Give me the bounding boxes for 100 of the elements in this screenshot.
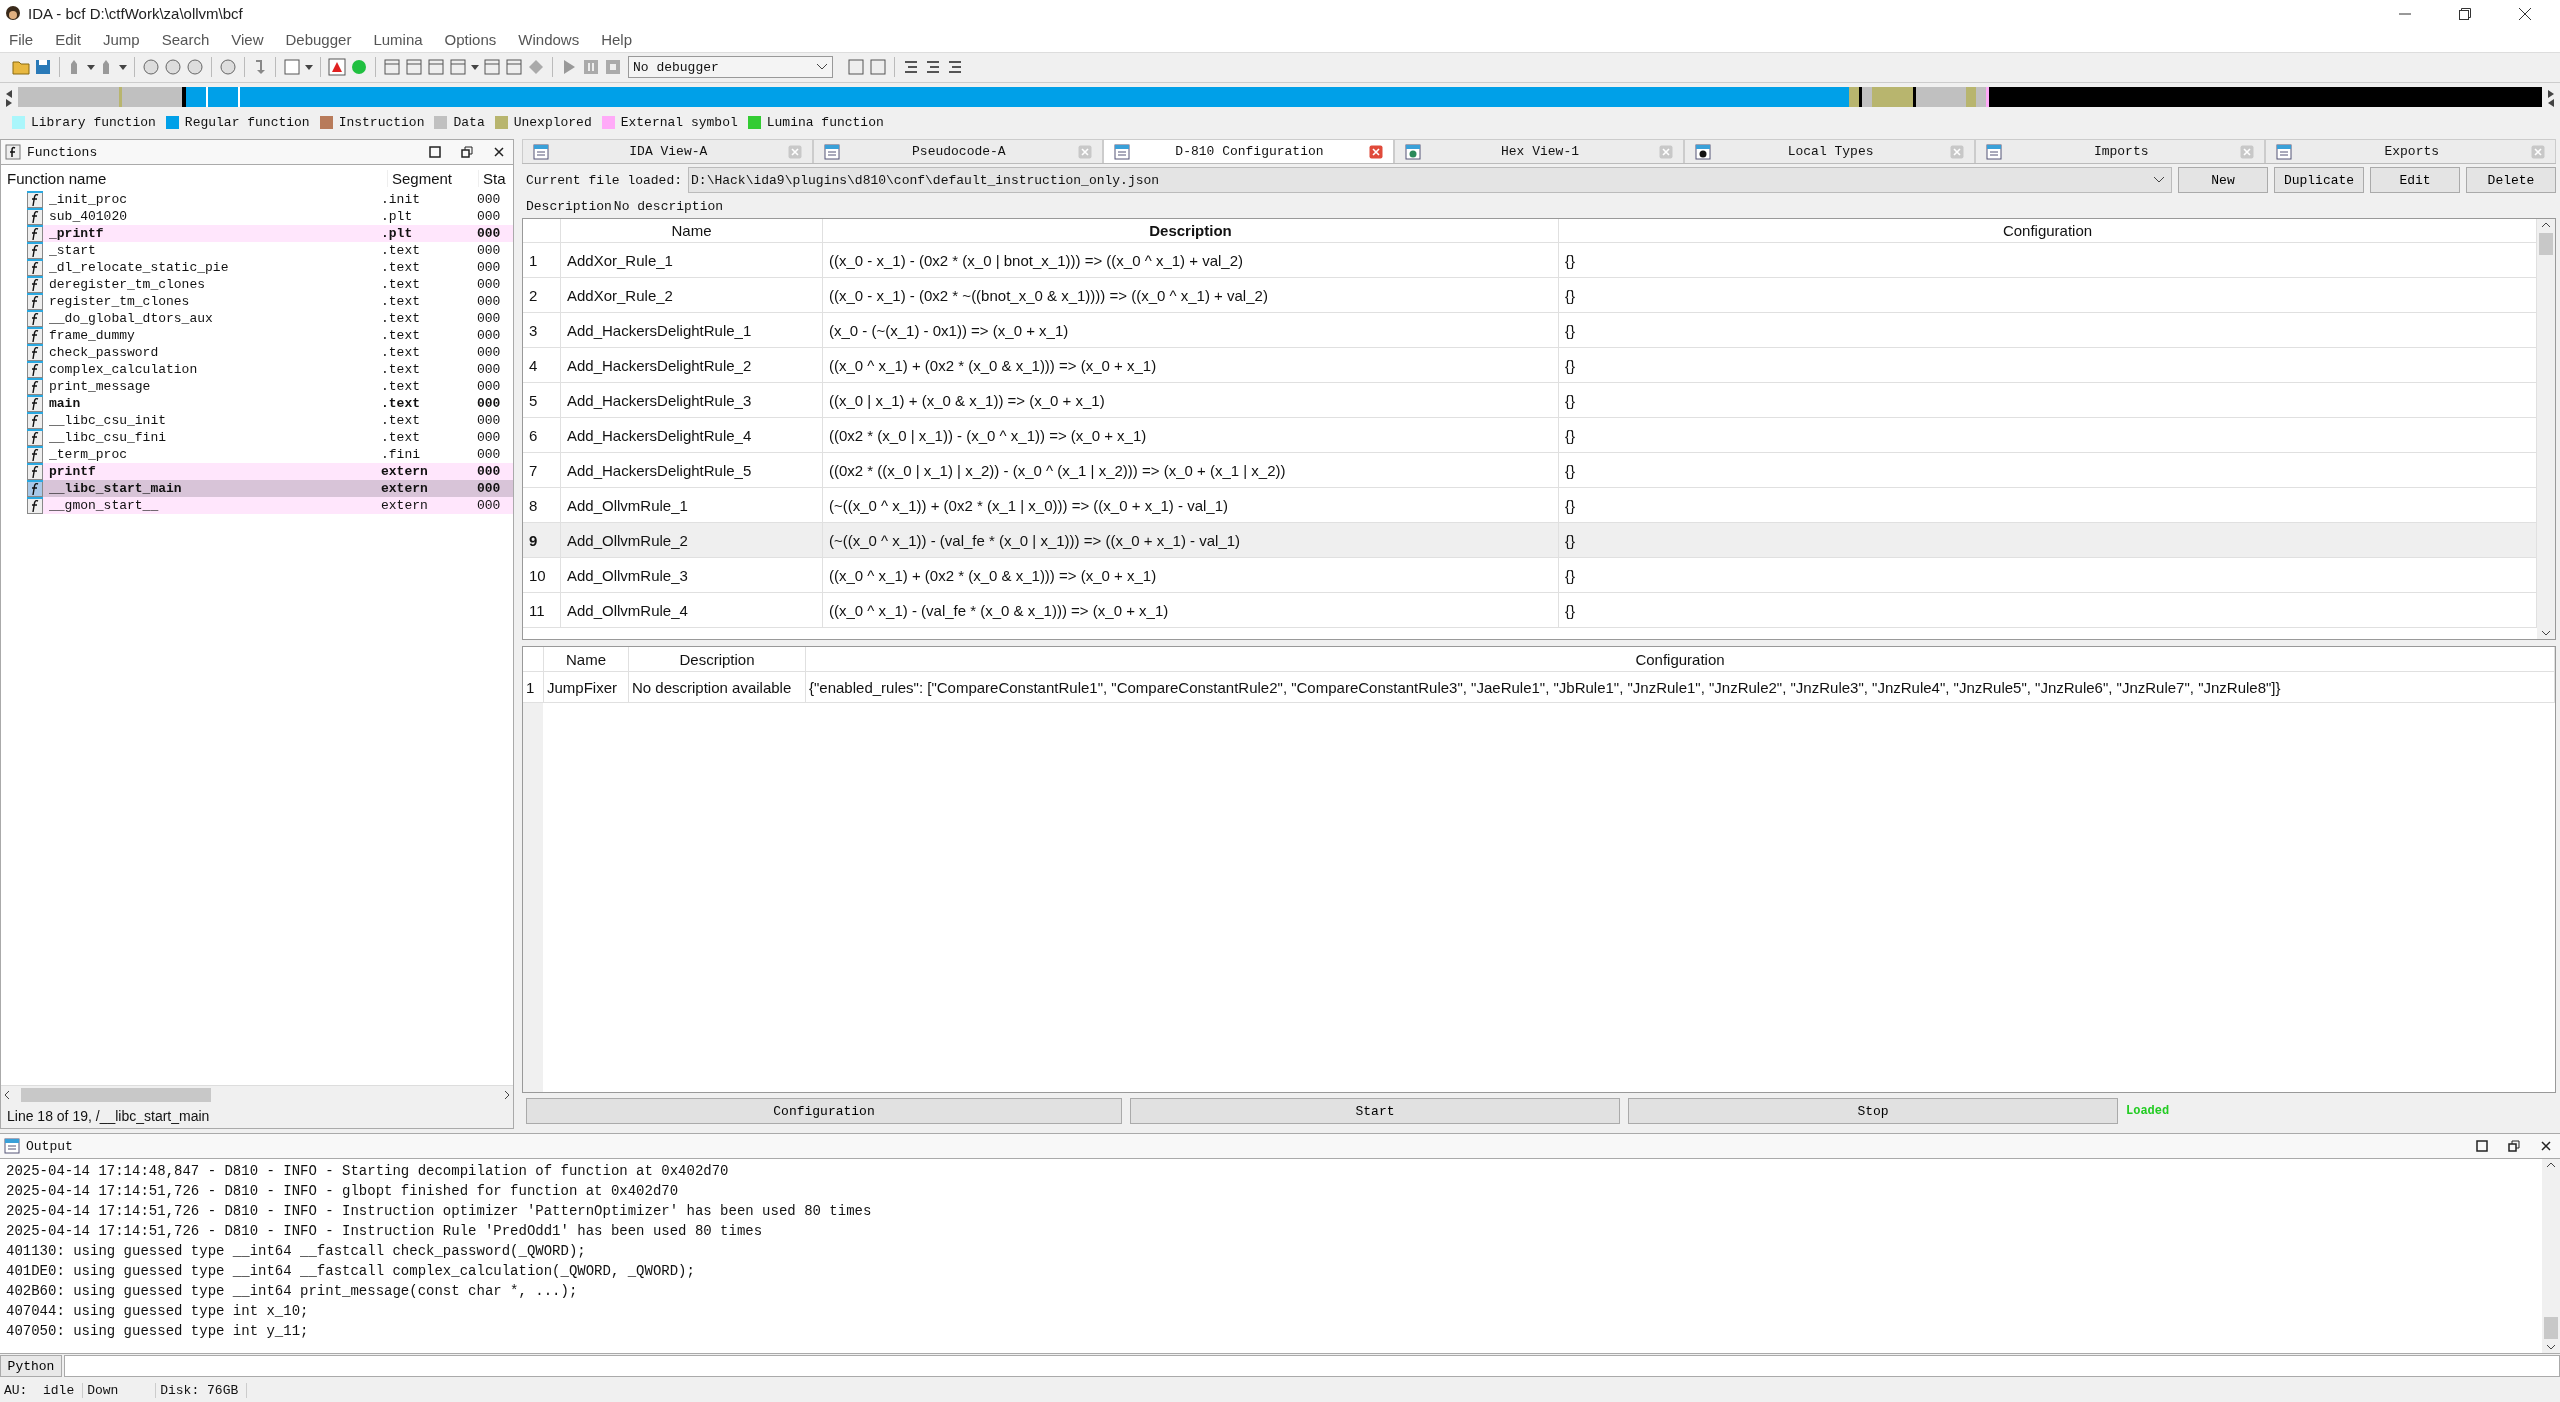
window-icon[interactable] [483, 58, 501, 77]
function-row[interactable]: _term_proc .fini 000 [27, 446, 513, 463]
column-header[interactable]: Function name [1, 169, 387, 187]
function-row[interactable]: _printf .plt 000 [27, 225, 513, 242]
toolbar-button[interactable]: Duplicate [2274, 167, 2364, 193]
function-row[interactable]: print_message .text 000 [27, 378, 513, 395]
function-row[interactable]: deregister_tm_clones .text 000 [27, 276, 513, 293]
column-header[interactable]: Description [629, 647, 806, 671]
menu-item[interactable]: File [9, 31, 34, 49]
action-button[interactable]: Start [1130, 1098, 1620, 1125]
close-icon[interactable] [2518, 6, 2532, 21]
table-row[interactable]: 7 Add_HackersDelightRule_5 ((0x2 * ((x_0 | x_1) | x_2)) - (x_0 ^ (x_1 | x_2))) => (x_0 + (x_1 | x_2)) {} [523, 453, 2537, 488]
tab[interactable]: IDA View-A [522, 139, 813, 163]
scrollbar-thumb[interactable] [2539, 233, 2553, 255]
scroll-right-icon[interactable] [2546, 87, 2556, 108]
float-icon[interactable] [461, 146, 473, 158]
scroll-left-icon[interactable] [4, 87, 14, 108]
restore-icon[interactable] [2458, 6, 2472, 21]
table-row[interactable]: 6 Add_HackersDelightRule_4 ((0x2 * (x_0 | x_1)) - (x_0 ^ x_1)) => (x_0 + x_1) {} [523, 418, 2537, 453]
language-button[interactable]: Python [0, 1355, 62, 1378]
function-row[interactable]: printf extern 000 [27, 463, 513, 480]
diamond-icon[interactable] [527, 58, 545, 77]
menu-item[interactable]: Edit [55, 31, 82, 49]
window-icon[interactable] [405, 58, 423, 77]
maximize-icon[interactable] [2476, 1140, 2488, 1153]
navigation-band[interactable] [18, 87, 2542, 108]
function-row[interactable]: __libc_start_main extern 000 [27, 480, 513, 497]
tab[interactable]: Imports [1974, 139, 2266, 163]
table-row[interactable]: 1 AddXor_Rule_1 ((x_0 - x_1) - (0x2 * (x_0 | bnot_x_1))) => ((x_0 ^ x_1) + val_2) {} [523, 243, 2537, 278]
column-header[interactable]: Name [544, 647, 629, 671]
menu-item[interactable]: Options [444, 31, 497, 49]
table-row[interactable]: 10 Add_OllvmRule_3 ((x_0 ^ x_1) + (0x2 * (x_0 & x_1))) => (x_0 + x_1) {} [523, 558, 2537, 593]
column-header[interactable]: Sta [478, 169, 513, 187]
function-row[interactable]: sub_401020 .plt 000 [27, 208, 513, 225]
window-icon[interactable] [383, 58, 401, 77]
action-button[interactable]: Stop [1628, 1098, 2118, 1125]
panel-title: Functions [27, 144, 98, 160]
command-input[interactable] [64, 1355, 2560, 1378]
tab[interactable]: Exports [2265, 139, 2557, 163]
tab[interactable]: D-810 Configuration [1103, 139, 1394, 163]
float-icon[interactable] [2508, 1140, 2520, 1153]
filled-circle-icon[interactable] [350, 58, 368, 77]
function-row[interactable]: main .text 000 [27, 395, 513, 412]
function-row[interactable]: __libc_csu_fini .text 000 [27, 429, 513, 446]
window-icon[interactable] [847, 58, 865, 77]
file-dropdown[interactable]: D:\Hack\ida9\plugins\d810\conf\default_instruction_only.json [688, 167, 2172, 193]
window-icon[interactable] [449, 58, 467, 77]
function-row[interactable]: complex_calculation .text 000 [27, 361, 513, 378]
debugger-dropdown[interactable]: No debugger [628, 56, 833, 79]
toolbar-button[interactable]: Edit [2370, 167, 2460, 193]
circle-icon[interactable] [142, 58, 160, 77]
function-row[interactable]: _start .text 000 [27, 242, 513, 259]
tab[interactable]: Pseudocode-A [812, 139, 1104, 163]
function-row[interactable]: __do_global_dtors_aux .text 000 [27, 310, 513, 327]
function-row[interactable]: __libc_csu_init .text 000 [27, 412, 513, 429]
maximize-icon[interactable] [429, 146, 441, 158]
window-icon[interactable] [869, 58, 887, 77]
scrollbar-thumb[interactable] [21, 1088, 211, 1103]
save-icon[interactable] [34, 58, 52, 77]
table-row[interactable]: 11 Add_OllvmRule_4 ((x_0 ^ x_1) - (val_fe * (x_0 & x_1))) => (x_0 + x_1) {} [523, 593, 2537, 628]
function-row[interactable]: _dl_relocate_static_pie .text 000 [27, 259, 513, 276]
menu-item[interactable]: Jump [103, 31, 140, 49]
table-row[interactable]: 9 Add_OllvmRule_2 (~((x_0 ^ x_1)) - (val_fe * (x_0 | x_1))) => ((x_0 + x_1) - val_1) {} [523, 523, 2537, 558]
menu-item[interactable]: View [231, 31, 264, 49]
close-icon[interactable] [493, 146, 505, 158]
table-row[interactable]: 1 JumpFixer No description available {"enabled_rules": ["CompareConstantRule1", "CompareConstantRule2", "CompareConstantRule3", "JaeRule1", "JbRule1", "JnzRule1", "JnzRule2", "JnzRule3", "JnzRule4", "JnzRule5", "JnzRule6", "JnzRule7", "JnzRule8"]} [523, 672, 2555, 703]
tab[interactable]: Local Types [1684, 139, 1975, 163]
pause-icon[interactable] [582, 58, 600, 77]
window-icon[interactable] [427, 58, 445, 77]
function-row[interactable]: check_password .text 000 [27, 344, 513, 361]
column-header[interactable]: Configuration [806, 647, 2555, 671]
window-icon[interactable] [505, 58, 523, 77]
toolbar-button[interactable]: Delete [2466, 167, 2556, 193]
function-row[interactable]: register_tm_clones .text 000 [27, 293, 513, 310]
menu-item[interactable]: Search [161, 31, 210, 49]
folder-icon[interactable] [12, 58, 30, 77]
circle-icon[interactable] [186, 58, 204, 77]
table-row[interactable]: 2 AddXor_Rule_2 ((x_0 - x_1) - (0x2 * ~((bnot_x_0 & x_1)))) => ((x_0 ^ x_1) + val_2) {} [523, 278, 2537, 313]
close-icon[interactable] [2540, 1140, 2552, 1153]
menu-item[interactable]: Lumina [373, 31, 423, 49]
action-button[interactable]: Configuration [526, 1098, 1122, 1125]
menu-item[interactable]: Windows [518, 31, 580, 49]
table-row[interactable]: 5 Add_HackersDelightRule_3 ((x_0 | x_1) + (x_0 & x_1)) => (x_0 + x_1) {} [523, 383, 2537, 418]
toolbar-button[interactable]: New [2178, 167, 2268, 193]
window-title: IDA - bcf D:\ctfWork\za\ollvm\bcf [28, 5, 243, 23]
function-row[interactable]: frame_dummy .text 000 [27, 327, 513, 344]
column-header[interactable]: Segment [387, 169, 478, 187]
function-row[interactable]: _init_proc .init 000 [27, 191, 513, 208]
circle-icon[interactable] [164, 58, 182, 77]
stop-icon[interactable] [604, 58, 622, 77]
menu-item[interactable]: Debugger [285, 31, 352, 49]
table-row[interactable]: 4 Add_HackersDelightRule_2 ((x_0 ^ x_1) + (0x2 * (x_0 & x_1))) => (x_0 + x_1) {} [523, 348, 2537, 383]
function-row[interactable]: __gmon_start__ extern 000 [27, 497, 513, 514]
menu-item[interactable]: Help [601, 31, 632, 49]
circle-icon[interactable] [219, 58, 237, 77]
scrollbar-thumb[interactable] [2544, 1317, 2558, 1340]
column-header[interactable]: Description [823, 219, 1559, 242]
tab[interactable]: Hex View-1 [1393, 139, 1685, 163]
column-header[interactable]: Name [561, 219, 823, 242]
table-row[interactable]: 3 Add_HackersDelightRule_1 (x_0 - (~(x_1) - 0x1)) => (x_0 + x_1) {} [523, 313, 2537, 348]
